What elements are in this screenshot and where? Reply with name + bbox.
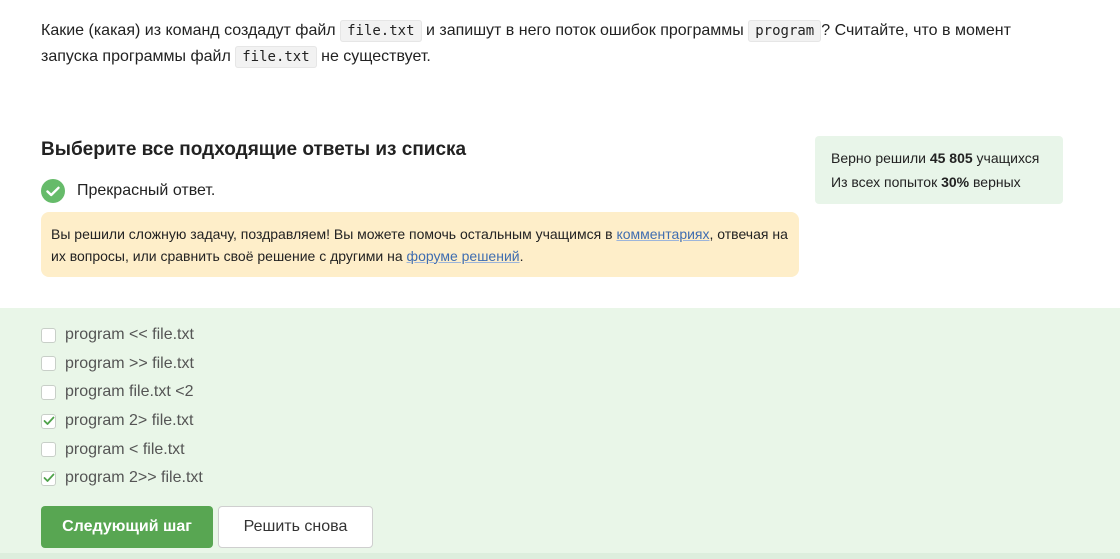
option-label: program >> file.txt — [65, 354, 194, 372]
option-label: program < file.txt — [65, 440, 185, 458]
stats-box: Верно решили 45 805 учащихся Из всех поп… — [815, 136, 1063, 204]
bottom-divider — [0, 553, 1120, 559]
option-item[interactable]: program 2>> file.txt — [41, 464, 203, 493]
checkmark-icon — [43, 416, 54, 425]
next-step-button[interactable]: Следующий шаг — [41, 506, 213, 548]
stats-attempts: Из всех попыток 30% верных — [831, 170, 1047, 194]
question-part-4: не существует. — [316, 48, 431, 65]
checkbox[interactable] — [41, 356, 56, 372]
checkbox-checked[interactable] — [41, 413, 56, 429]
inline-code-file: file.txt — [340, 20, 422, 42]
checkbox-checked[interactable] — [41, 470, 56, 486]
checkmark-icon — [43, 473, 54, 483]
stats-attempts-percent: 30% — [941, 174, 970, 190]
congrats-part-1: Вы решили сложную задачу, поздравляем! В… — [51, 225, 617, 242]
congrats-notice: Вы решили сложную задачу, поздравляем! В… — [41, 212, 799, 277]
inline-code-program: program — [748, 20, 822, 42]
stats-solved-prefix: Верно решили — [831, 150, 930, 166]
option-item[interactable]: program file.txt <2 — [41, 378, 203, 407]
answers-heading: Выберите все подходящие ответы из списка — [41, 139, 467, 160]
status-text: Прекрасный ответ. — [77, 182, 216, 199]
checkbox[interactable] — [41, 442, 56, 458]
option-item[interactable]: program << file.txt — [41, 321, 203, 350]
option-label: program 2>> file.txt — [65, 469, 203, 487]
inline-code-file-2: file.txt — [235, 46, 317, 68]
answer-status: Прекрасный ответ. — [41, 179, 215, 203]
options-list: program << file.txt program >> file.txt … — [41, 321, 203, 493]
comments-link[interactable]: комментариях — [616, 226, 709, 242]
congrats-text: Вы решили сложную задачу, поздравляем! В… — [51, 223, 789, 267]
stats-solved-count: 45 805 — [929, 150, 973, 166]
checkbox[interactable] — [41, 327, 56, 343]
option-item[interactable]: program 2> file.txt — [41, 407, 203, 436]
option-label: program file.txt <2 — [65, 383, 194, 401]
option-item[interactable]: program < file.txt — [41, 435, 203, 464]
retry-button[interactable]: Решить снова — [218, 506, 373, 548]
answer-area: program << file.txt program >> file.txt … — [0, 308, 1120, 559]
stats-attempts-prefix: Из всех попыток — [831, 174, 942, 190]
stats-solved-suffix: учащихся — [972, 150, 1040, 166]
congrats-part-3: . — [519, 247, 524, 264]
option-label: program << file.txt — [65, 326, 194, 344]
stats-solved: Верно решили 45 805 учащихся — [831, 146, 1047, 170]
stats-attempts-suffix: верных — [969, 174, 1021, 190]
check-circle-icon — [41, 179, 65, 203]
question-part-2: и запишут в него поток ошибок программы — [421, 22, 749, 39]
solutions-forum-link[interactable]: форуме решений — [407, 248, 520, 264]
option-label: program 2> file.txt — [65, 412, 194, 430]
option-item[interactable]: program >> file.txt — [41, 350, 203, 379]
checkbox[interactable] — [41, 384, 56, 400]
question-text: Какие (какая) из команд создадут файл fi… — [41, 18, 1051, 70]
question-part-1: Какие (какая) из команд создадут файл — [41, 22, 341, 39]
